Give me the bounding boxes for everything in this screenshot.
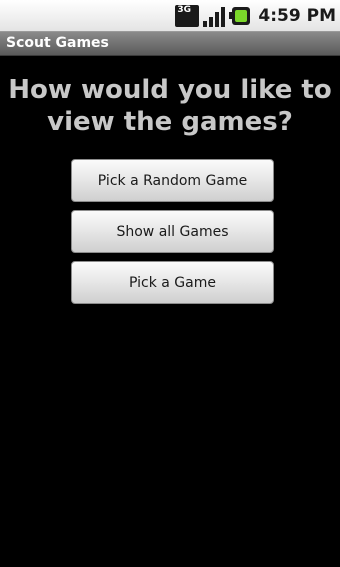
pick-random-game-button[interactable]: Pick a Random Game [71, 159, 274, 202]
status-clock: 4:59 PM [258, 6, 336, 26]
signal-bar [215, 12, 220, 27]
view-prompt-heading: How would you like to view the games? [8, 75, 332, 137]
status-bar: 3G 4:59 PM [0, 0, 340, 32]
app-title: Scout Games [6, 35, 109, 51]
battery-charging-icon [229, 6, 251, 26]
signal-bar [209, 17, 214, 27]
battery-level [235, 10, 248, 22]
pick-a-game-button[interactable]: Pick a Game [71, 261, 274, 304]
signal-bar [221, 7, 226, 27]
status-icons: 3G 4:59 PM [175, 4, 336, 28]
show-all-games-button[interactable]: Show all Games [71, 210, 274, 253]
network-label: 3G [175, 5, 200, 27]
screen: 3G 4:59 PM Scout Games How would you lik… [0, 0, 340, 567]
signal-bar [203, 21, 208, 27]
signal-strength-icon [203, 5, 226, 27]
network-3g-icon: 3G [175, 5, 200, 27]
title-bar: Scout Games [0, 32, 340, 56]
